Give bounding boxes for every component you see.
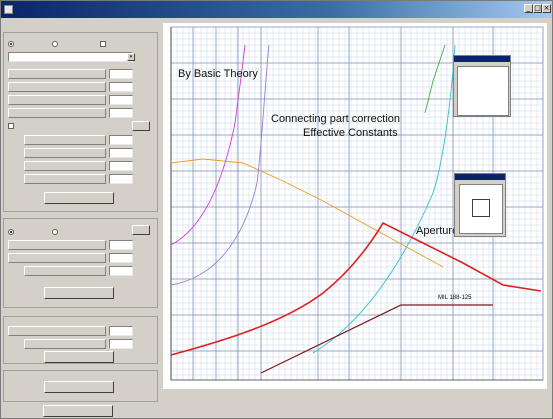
field-label-2 — [8, 82, 106, 92]
group-wall-setup: ▾ — [3, 32, 158, 212]
group3-action-button[interactable] — [44, 351, 114, 363]
field-input-1[interactable] — [109, 69, 133, 79]
diagram-popup-titlebar — [455, 174, 505, 180]
annotation-basic-theory: By Basic Theory — [178, 68, 258, 80]
info-popup-window[interactable] — [453, 55, 511, 117]
field-input-5[interactable] — [109, 135, 133, 145]
field-input-9[interactable] — [109, 240, 133, 250]
app-window: _ □ × ▾ By Basic Theory Connecting part … — [0, 0, 553, 419]
bottom-action-button[interactable] — [43, 405, 113, 417]
annotation-connecting-2: Effective Constants — [303, 127, 398, 139]
maximize-button[interactable]: □ — [533, 4, 542, 13]
apply-small-button-2[interactable] — [132, 225, 150, 235]
field-input-4[interactable] — [109, 108, 133, 118]
group4-action-button[interactable] — [44, 381, 114, 393]
radio-circular[interactable] — [8, 229, 14, 235]
group-slot — [3, 316, 158, 364]
group-filter — [3, 370, 158, 402]
checkbox-option-3[interactable] — [100, 41, 106, 47]
field-label-4 — [8, 108, 106, 118]
field-input-11[interactable] — [109, 266, 133, 276]
diagram-popup-window[interactable] — [454, 173, 506, 237]
field-label-8 — [24, 174, 106, 184]
info-popup-content — [457, 66, 509, 116]
annotation-connecting-1: Connecting part correction — [271, 113, 400, 125]
diagram-popup-content — [459, 184, 503, 234]
field-label-6 — [24, 148, 106, 158]
field-label-5 — [24, 135, 106, 145]
field-label-10 — [8, 253, 106, 263]
field-input-12[interactable] — [109, 326, 133, 336]
close-button[interactable]: × — [542, 4, 551, 13]
radio-option-2[interactable] — [52, 41, 58, 47]
field-input-6[interactable] — [109, 148, 133, 158]
field-label-13 — [24, 339, 106, 349]
field-label-12 — [8, 326, 106, 336]
radio-rectangular[interactable] — [52, 229, 58, 235]
minimize-button[interactable]: _ — [524, 4, 533, 13]
field-input-8[interactable] — [109, 174, 133, 184]
field-label-9 — [8, 240, 106, 250]
field-label-1 — [8, 69, 106, 79]
field-input-2[interactable] — [109, 82, 133, 92]
field-input-7[interactable] — [109, 161, 133, 171]
app-icon — [4, 5, 13, 14]
checkbox-option-4[interactable] — [8, 123, 14, 129]
field-input-13[interactable] — [109, 339, 133, 349]
graph-area: By Basic Theory Connecting part correcti… — [163, 23, 547, 389]
annotation-mil-spec: MIL 188-125 — [438, 295, 472, 301]
radio-option-1[interactable] — [8, 41, 14, 47]
field-label-3 — [8, 95, 106, 105]
apply-small-button-1[interactable] — [132, 121, 150, 131]
material-dropdown-button[interactable]: ▾ — [127, 53, 135, 61]
control-panel: ▾ — [3, 20, 161, 418]
diagram-box-icon — [472, 199, 490, 217]
field-label-11 — [24, 266, 106, 276]
title-bar: _ □ × — [1, 1, 552, 18]
material-select[interactable] — [8, 52, 133, 62]
field-input-3[interactable] — [109, 95, 133, 105]
info-popup-titlebar — [454, 56, 510, 62]
group-aperture — [3, 218, 158, 308]
field-label-7 — [24, 161, 106, 171]
group1-action-button[interactable] — [44, 192, 114, 204]
group2-action-button[interactable] — [44, 287, 114, 299]
field-input-10[interactable] — [109, 253, 133, 263]
